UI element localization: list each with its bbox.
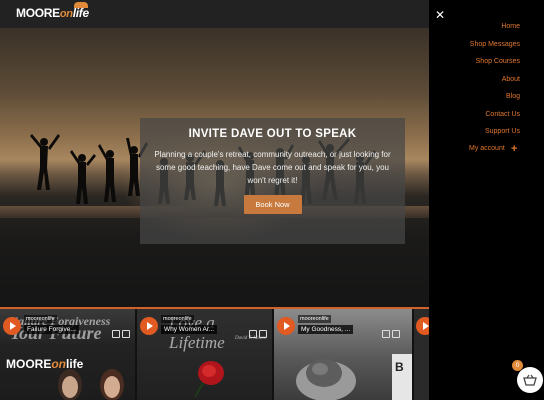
play-icon[interactable] [140, 317, 158, 335]
thumbnail-side-panel: B [392, 354, 412, 400]
menu-item-contact-us[interactable]: Contact Us [485, 111, 520, 118]
cart-button[interactable] [517, 367, 543, 393]
thumbnail-side-letter: B [395, 360, 404, 374]
menu-item-my-account[interactable]: My account [469, 145, 505, 152]
video-card[interactable] [414, 309, 429, 400]
video-title: Failure Forgive... [24, 325, 79, 334]
channel-label: mooreonlife [161, 315, 194, 323]
logo-life: life [72, 6, 89, 20]
video-actions [249, 325, 269, 338]
hero-section: INVITE DAVE OUT TO SPEAK Planning a coup… [0, 28, 429, 308]
speaking-callout: INVITE DAVE OUT TO SPEAK Planning a coup… [140, 118, 405, 244]
close-icon[interactable]: ✕ [435, 8, 445, 22]
site-logo[interactable]: MOOREonlife [16, 2, 89, 20]
channel-label: mooreonlife [298, 315, 331, 323]
menu-item-about[interactable]: About [502, 76, 520, 83]
channel-label: mooreonlife [24, 315, 57, 323]
menu-item-support-us[interactable]: Support Us [485, 128, 520, 135]
video-card[interactable]: Love a Lifetime David T. Moore mooreonli… [137, 309, 272, 400]
menu-item-shop-messages[interactable]: Shop Messages [470, 41, 520, 48]
menu-item-shop-courses[interactable]: Shop Courses [476, 58, 520, 65]
logo-mark [74, 2, 88, 8]
book-now-button[interactable]: Book Now [243, 195, 302, 214]
video-title: Why Women Ar... [161, 325, 218, 334]
hand-stone-image [296, 359, 356, 400]
share-icon[interactable] [122, 330, 130, 338]
logo-moore: MOORE [16, 6, 60, 20]
video-carousel: Failure Forgiveness Your Future mooreonl… [0, 307, 429, 400]
cart-count-badge: 0 [512, 360, 523, 371]
video-title: My Goodness, ... [298, 325, 354, 334]
basket-icon [523, 374, 537, 386]
expand-plus-icon[interactable]: + [511, 143, 517, 155]
share-icon[interactable] [259, 330, 267, 338]
video-card[interactable]: Failure Forgiveness Your Future mooreonl… [0, 309, 135, 400]
play-icon[interactable] [277, 317, 295, 335]
menu-item-blog[interactable]: Blog [506, 93, 520, 100]
callout-text: Planning a couple's retreat, community o… [154, 150, 391, 185]
top-bar: MOOREonlife [0, 0, 429, 28]
video-card[interactable]: mooreonlife My Goodness, ... B [274, 309, 412, 400]
cart-icon[interactable] [112, 330, 120, 338]
play-icon[interactable] [416, 317, 429, 335]
cart-icon[interactable] [382, 330, 390, 338]
callout-title: INVITE DAVE OUT TO SPEAK [188, 128, 357, 140]
video-actions [112, 325, 132, 338]
logo-on: on [59, 8, 73, 20]
rose-image [194, 361, 224, 398]
menu-item-home[interactable]: Home [501, 23, 520, 30]
cart-icon[interactable] [249, 330, 257, 338]
play-icon[interactable] [3, 317, 21, 335]
share-icon[interactable] [392, 330, 400, 338]
side-menu: ✕ Home Shop Messages Shop Courses About … [429, 0, 544, 400]
faces-image [58, 369, 124, 400]
video-actions [382, 325, 402, 338]
